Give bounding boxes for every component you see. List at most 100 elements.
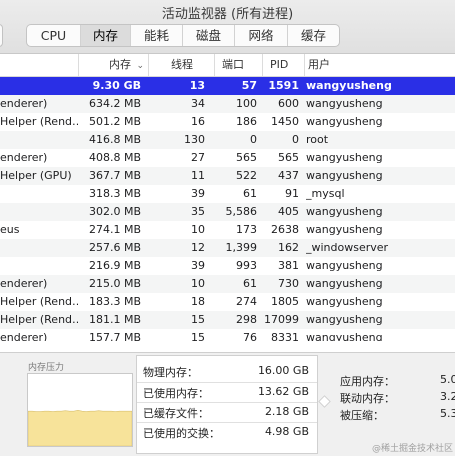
threads-cell: 16 xyxy=(191,115,205,128)
table-row[interactable]: enderer) 634.2 MB 34 100 600 wangyusheng xyxy=(0,95,455,113)
ports-cell: 298 xyxy=(236,313,257,326)
user-cell: wangyusheng xyxy=(306,313,383,326)
pid-cell: 381 xyxy=(278,259,299,272)
threads-cell: 18 xyxy=(191,295,205,308)
process-name-cell xyxy=(0,257,78,275)
stat-value: 16.00 GB xyxy=(257,364,309,377)
threads-cell: 15 xyxy=(191,331,205,341)
memory-cell: 634.2 MB xyxy=(88,97,141,110)
breakdown-label: 联动内存： xyxy=(340,392,395,405)
table-row[interactable]: Helper (GPU) 367.7 MB 11 522 437 wangyusheng xyxy=(0,167,455,185)
tab-memory[interactable]: 内存 xyxy=(80,25,130,46)
watermark: @稀土掘金技术社区 xyxy=(371,444,453,454)
pid-cell: 8331 xyxy=(271,331,299,341)
threads-cell: 11 xyxy=(191,169,205,182)
stat-label: 已缓存文件： xyxy=(143,407,209,420)
memory-breakdown: 应用内存： 5.0 联动内存： 3.2 被压缩： 5.3 xyxy=(340,373,455,424)
pid-cell: 2638 xyxy=(271,223,299,236)
threads-cell: 27 xyxy=(191,151,205,164)
pid-cell: 437 xyxy=(278,169,299,182)
toolbar: 活动监视器 (所有进程) CPU 内存 能耗 磁盘 网络 缓存 xyxy=(0,0,455,54)
user-cell: wangyusheng xyxy=(306,115,383,128)
tab-energy[interactable]: 能耗 xyxy=(130,25,182,46)
column-header-pid[interactable]: PID xyxy=(262,54,304,76)
table-row[interactable]: 257.6 MB 12 1,399 162 _windowserver xyxy=(0,239,455,257)
sort-descending-icon: ⌄ xyxy=(136,61,145,71)
memory-cell: 157.7 MB xyxy=(88,331,141,341)
table-row[interactable]: enderer) 408.8 MB 27 565 565 wangyusheng xyxy=(0,149,455,167)
pid-cell: 565 xyxy=(278,151,299,164)
user-cell: wangyusheng xyxy=(306,79,392,92)
pid-cell: 17099 xyxy=(264,313,299,326)
tab-cpu[interactable]: CPU xyxy=(27,25,80,46)
user-cell: wangyusheng xyxy=(306,205,383,218)
table-row[interactable]: 318.3 MB 39 61 91 _mysql xyxy=(0,185,455,203)
memory-cell: 257.6 MB xyxy=(88,241,141,254)
threads-cell: 39 xyxy=(191,259,205,272)
process-name-cell xyxy=(0,203,78,221)
process-name-cell: Helper (Rend… xyxy=(0,313,78,326)
ports-cell: 173 xyxy=(236,223,257,236)
process-table: 内存 ⌄ 线程 端口 PID 用户 9.30 GB 13 57 1591 wangyus… xyxy=(0,54,455,341)
tab-disk[interactable]: 磁盘 xyxy=(182,25,234,46)
process-name-cell: enderer) xyxy=(0,277,48,290)
table-row[interactable]: 302.0 MB 35 5,586 405 wangyusheng xyxy=(0,203,455,221)
threads-cell: 13 xyxy=(189,79,205,92)
user-cell: wangyusheng xyxy=(306,223,383,236)
table-row[interactable]: Helper (Rend… 183.3 MB 18 274 1805 wangyushen… xyxy=(0,293,455,311)
pid-cell: 1591 xyxy=(268,79,299,92)
table-row-selected[interactable]: 9.30 GB 13 57 1591 wangyusheng xyxy=(0,77,455,95)
pid-cell: 1805 xyxy=(271,295,299,308)
ports-cell: 274 xyxy=(236,295,257,308)
process-name-cell: eus xyxy=(0,223,20,236)
tab-cache[interactable]: 缓存 xyxy=(287,25,339,46)
breakdown-row-wired: 联动内存： 3.2 xyxy=(340,390,455,407)
window-title: 活动监视器 (所有进程) xyxy=(161,7,294,22)
user-cell: _windowserver xyxy=(306,241,389,254)
table-row[interactable]: Helper (Rend… 501.2 MB 16 186 1450 wangyushen… xyxy=(0,113,455,131)
breakdown-row-compressed: 被压缩： 5.3 xyxy=(340,407,455,424)
user-cell: wangyusheng xyxy=(306,259,383,272)
column-header-threads[interactable]: 线程 xyxy=(148,54,214,76)
memory-cell: 318.3 MB xyxy=(88,187,141,200)
user-cell: wangyusheng xyxy=(306,169,383,182)
stat-label: 已使用的交换： xyxy=(143,427,220,440)
process-name-cell: enderer) xyxy=(0,151,48,164)
user-cell: root xyxy=(306,133,329,146)
column-header-memory[interactable]: 内存 ⌄ xyxy=(78,54,148,76)
tab-bar: CPU 内存 能耗 磁盘 网络 缓存 xyxy=(26,24,340,47)
pid-cell: 405 xyxy=(278,205,299,218)
threads-cell: 10 xyxy=(191,223,205,236)
breakdown-value: 5.0 xyxy=(440,373,455,386)
table-row[interactable]: enderer) 215.0 MB 10 61 730 wangyusheng xyxy=(0,275,455,293)
threads-cell: 34 xyxy=(191,97,205,110)
user-cell: _mysql xyxy=(306,187,345,200)
ports-cell: 57 xyxy=(241,79,257,92)
stat-row-used: 已使用内存： 13.62 GB xyxy=(137,382,317,403)
breakdown-label: 应用内存： xyxy=(340,375,395,388)
process-name-cell xyxy=(0,239,78,257)
memory-cell: 216.9 MB xyxy=(88,259,141,272)
memory-pressure-area xyxy=(28,409,132,446)
stat-label: 物理内存： xyxy=(143,366,198,379)
memory-pressure-chart xyxy=(28,409,132,446)
memory-stats-box: 物理内存： 16.00 GB 已使用内存： 13.62 GB 已缓存文件： 2.… xyxy=(136,355,318,454)
column-header-user[interactable]: 用户 xyxy=(304,54,455,76)
breakdown-value: 5.3 xyxy=(440,407,455,420)
memory-cell: 181.1 MB xyxy=(88,313,141,326)
ports-cell: 993 xyxy=(236,259,257,272)
table-row[interactable]: 416.8 MB 130 0 0 root xyxy=(0,131,455,149)
threads-cell: 10 xyxy=(191,277,205,290)
toolbar-left-control[interactable] xyxy=(0,24,3,47)
table-row[interactable]: eus 274.1 MB 10 173 2638 wangyusheng xyxy=(0,221,455,239)
tab-network[interactable]: 网络 xyxy=(234,25,287,46)
stat-value: 4.98 GB xyxy=(264,425,309,438)
table-row[interactable]: enderer) 157.7 MB 15 76 8331 wangyusheng xyxy=(0,329,455,341)
stat-row-swap: 已使用的交换： 4.98 GB xyxy=(137,422,317,442)
table-row[interactable]: 216.9 MB 39 993 381 wangyusheng xyxy=(0,257,455,275)
memory-cell: 367.7 MB xyxy=(88,169,141,182)
table-row[interactable]: Helper (Rend… 181.1 MB 15 298 17099 wangyushe… xyxy=(0,311,455,329)
breakdown-value: 3.2 xyxy=(440,390,455,403)
pid-cell: 600 xyxy=(278,97,299,110)
column-header-ports[interactable]: 端口 xyxy=(214,54,262,76)
